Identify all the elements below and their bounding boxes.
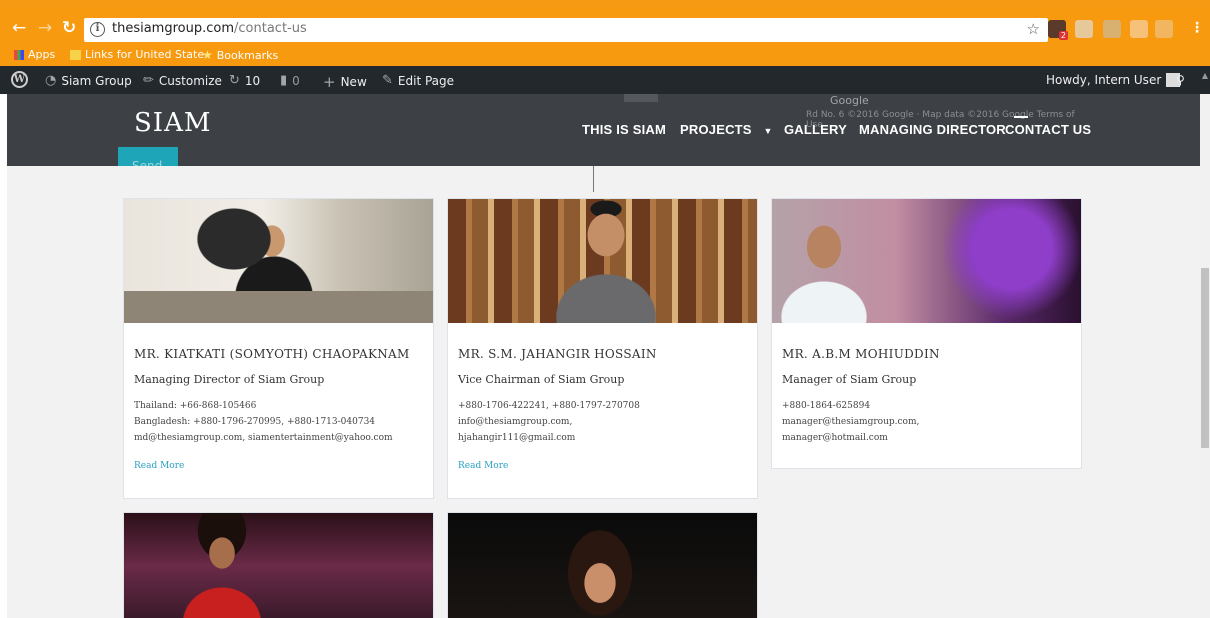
wp-admin-bar: W ◔ Siam Group ✏ Customize ↻ 10 ▮ 0 + Ne…: [0, 66, 1210, 94]
admin-edit-page-label: Edit Page: [397, 73, 455, 88]
comments-count: 0: [292, 73, 300, 88]
contact-line: info@thesiamgroup.com,: [458, 417, 573, 427]
bookmark-apps[interactable]: Apps: [14, 48, 55, 61]
extension-flag-icon[interactable]: [1155, 20, 1173, 38]
admin-comments[interactable]: ▮ 0: [280, 73, 300, 88]
admin-search-icon[interactable]: ⚲: [1176, 73, 1185, 87]
menu-projects[interactable]: PROJECTS ▼: [680, 122, 773, 137]
reload-icon[interactable]: ↻: [62, 18, 76, 38]
menu-managing-director[interactable]: MANAGING DIRECTOR: [859, 122, 1006, 137]
team-photo: [448, 199, 757, 323]
map-attribution-ghost: Google Rd No. 6 ©2016 Google · Map data …: [790, 94, 1090, 130]
team-photo: [124, 199, 433, 323]
admin-customize[interactable]: ✏ Customize: [143, 73, 222, 88]
member-name: MR. S.M. JAHANGIR HOSSAIN: [458, 347, 657, 361]
member-name: MR. A.B.M MOHIUDDIN: [782, 347, 940, 361]
menu-projects-label: PROJECTS: [680, 122, 752, 137]
scrollbar-thumb[interactable]: [1201, 268, 1209, 448]
admin-customize-label: Customize: [158, 73, 222, 88]
contact-line: Bangladesh: +880-1796-270995, +880-1713-…: [134, 417, 376, 427]
map-google-logo: Google: [830, 94, 869, 107]
url-domain: thesiamgroup.com: [112, 21, 235, 36]
member-role: Vice Chairman of Siam Group: [458, 373, 625, 386]
menu-this-is-siam[interactable]: THIS IS SIAM: [582, 122, 666, 137]
bookmark-bookmarks[interactable]: ★ Bookmarks: [202, 48, 278, 62]
active-menu-indicator: [1014, 116, 1028, 118]
howdy-label: Howdy, Intern User: [1046, 73, 1162, 87]
team-photo: [772, 199, 1081, 323]
map-control-ghost: [624, 94, 658, 102]
contact-line: Thailand: +66-868-105466: [134, 401, 257, 411]
site-logo[interactable]: SIAM: [134, 108, 211, 138]
team-photo: [448, 513, 757, 618]
admin-site-name[interactable]: ◔ Siam Group: [45, 73, 132, 88]
member-contact: +880-1864-625894 manager@thesiamgroup.co…: [782, 398, 919, 446]
extension-puzzle-icon[interactable]: [1075, 20, 1093, 38]
url-text[interactable]: thesiamgroup.com/contact-us: [112, 21, 307, 36]
back-arrow-icon[interactable]: ←: [12, 18, 26, 38]
menu-gallery[interactable]: GALLERY: [784, 122, 847, 137]
wordpress-logo-icon[interactable]: W: [11, 71, 28, 88]
extension-search-icon[interactable]: [1130, 20, 1148, 38]
scroll-up-arrow-icon[interactable]: ▲: [1201, 66, 1209, 94]
bookmark-label: Bookmarks: [216, 48, 279, 62]
bookmark-label: Links for United State: [85, 48, 205, 61]
bookmarks-bar: Apps Links for United State ★ Bookmarks: [0, 44, 1210, 66]
contact-line: +880-1864-625894: [782, 401, 871, 411]
team-photo: [124, 513, 433, 618]
admin-account[interactable]: Howdy, Intern User: [1046, 73, 1181, 87]
dashboard-icon: ◔: [45, 73, 57, 88]
comment-icon: ▮: [280, 73, 288, 88]
address-bar[interactable]: i thesiamgroup.com/contact-us ☆: [84, 18, 1048, 42]
star-icon: ★: [202, 48, 213, 62]
url-path: /contact-us: [234, 21, 307, 36]
contact-line: hjahangir111@gmail.com: [458, 433, 576, 443]
team-card: [123, 512, 434, 618]
brush-icon: ✏: [143, 73, 154, 88]
extension-icon[interactable]: 2: [1048, 20, 1068, 40]
chevron-down-icon: ▼: [763, 126, 773, 136]
member-name: MR. KIATKATI (SOMYOTH) CHAOPAKNAM: [134, 347, 410, 361]
member-contact: +880-1706-422241, +880-1797-270708 info@…: [458, 398, 640, 446]
team-card: MR. A.B.M MOHIUDDIN Manager of Siam Grou…: [771, 198, 1082, 469]
contact-line: manager@thesiamgroup.com,: [782, 417, 920, 427]
admin-edit-page[interactable]: ✎ Edit Page: [382, 73, 454, 88]
member-role: Managing Director of Siam Group: [134, 373, 325, 386]
member-contact: Thailand: +66-868-105466 Bangladesh: +88…: [134, 398, 393, 446]
forward-arrow-icon[interactable]: →: [38, 18, 52, 38]
pencil-icon: ✎: [382, 73, 393, 88]
desk-shape: [124, 291, 433, 323]
admin-site-label: Siam Group: [61, 73, 132, 88]
team-card: [447, 512, 758, 618]
admin-new[interactable]: + New: [323, 73, 367, 91]
bookmark-star-icon[interactable]: ☆: [1027, 20, 1040, 38]
updates-count: 10: [244, 73, 261, 88]
team-card: MR. KIATKATI (SOMYOTH) CHAOPAKNAM Managi…: [123, 198, 434, 499]
contact-line: manager@hotmail.com: [782, 433, 888, 443]
updates-icon: ↻: [229, 73, 240, 88]
extension-badge: 2: [1058, 31, 1068, 40]
member-role: Manager of Siam Group: [782, 373, 917, 386]
folder-icon: [70, 49, 81, 60]
contact-line: md@thesiamgroup.com, siamentertainment@y…: [134, 433, 393, 443]
info-icon[interactable]: i: [90, 22, 105, 37]
bookmark-links-folder[interactable]: Links for United State: [70, 48, 204, 61]
bookmark-label: Apps: [28, 48, 56, 61]
read-more-link[interactable]: Read More: [458, 461, 508, 471]
plus-icon: +: [323, 73, 336, 91]
admin-updates[interactable]: ↻ 10: [229, 73, 260, 88]
read-more-link[interactable]: Read More: [134, 461, 184, 471]
admin-new-label: New: [340, 75, 367, 89]
map-pin-line: [593, 166, 594, 192]
menu-contact-us[interactable]: CONTACT US: [1005, 122, 1091, 137]
browser-menu-icon[interactable]: ⋮: [1190, 20, 1204, 36]
contact-line: +880-1706-422241, +880-1797-270708: [458, 401, 640, 411]
team-card: MR. S.M. JAHANGIR HOSSAIN Vice Chairman …: [447, 198, 758, 499]
apps-grid-icon: [14, 49, 24, 60]
tab-strip: [0, 0, 1210, 8]
extension-gear-icon[interactable]: [1103, 20, 1121, 38]
